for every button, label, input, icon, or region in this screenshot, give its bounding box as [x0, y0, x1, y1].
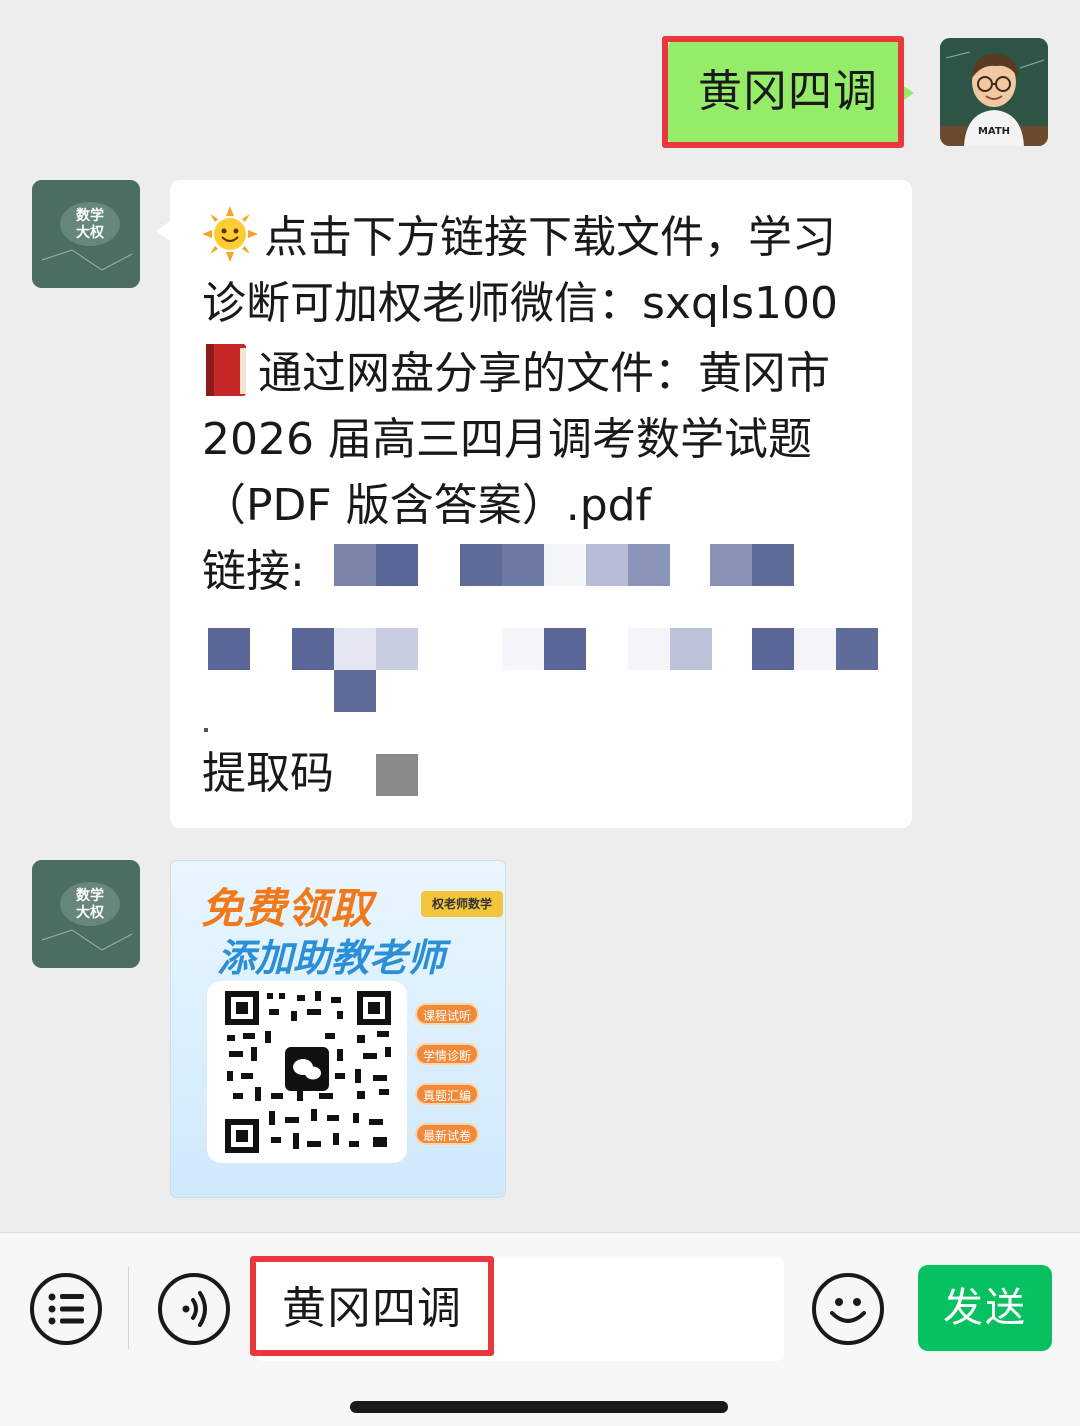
promo-subtitle: 添加助教老师 [217, 936, 446, 980]
send-button[interactable]: 发送 [918, 1265, 1052, 1351]
chat-area: 黄冈四调 MATH 数学 大权 点击下方链接下载文件，学习 诊断可加权老师微信：… [0, 0, 1080, 1232]
promo-pill-4: 最新试卷 [415, 1123, 479, 1145]
chalkboard-avatar-icon: 数学 大权 [32, 180, 140, 288]
outgoing-message-text: 黄冈四调 [698, 66, 878, 117]
message-input[interactable]: 黄冈四调 [256, 1257, 784, 1361]
list-icon [48, 1293, 84, 1325]
teacher-avatar-icon: MATH [940, 38, 1048, 146]
user-avatar[interactable]: MATH [940, 38, 1048, 146]
chalkboard-avatar-icon: 数学 大权 [32, 860, 140, 968]
message-line-3-text: 通过网盘分享的文件：黄冈市 [258, 348, 830, 399]
promo-pill-3: 真题汇编 [415, 1083, 479, 1105]
promo-image-message[interactable]: 免费领取 权老师数学 添加助教老师 课程试听 学情诊断 真题汇编 最新试卷 [170, 860, 506, 1198]
sender-avatar[interactable]: 数学 大权 [32, 180, 140, 288]
input-bar: 黄冈四调 发送 [0, 1232, 1080, 1426]
home-indicator [350, 1401, 728, 1413]
svg-text:大权: 大权 [76, 224, 105, 241]
bar-divider [128, 1267, 129, 1349]
voice-input-button[interactable] [158, 1273, 230, 1345]
sun-emoji-icon [202, 206, 258, 262]
qr-code-card [207, 981, 407, 1163]
svg-text:数学: 数学 [76, 887, 104, 904]
message-line-4: 2026 届高三四月调考数学试题 [202, 414, 812, 465]
math-shirt-text: MATH [978, 126, 1010, 137]
message-input-value: 黄冈四调 [282, 1283, 462, 1334]
qr-code-icon [225, 991, 391, 1153]
message-line-2: 诊断可加权老师微信：sxqls100 [202, 278, 839, 329]
link-label: 链接: [202, 546, 305, 597]
outgoing-message-bubble[interactable]: 黄冈四调 [668, 40, 914, 146]
svg-text:数学: 数学 [76, 207, 104, 224]
message-line-3: 通过网盘分享的文件：黄冈市 [202, 342, 830, 404]
extraction-code-label: 提取码 [202, 748, 334, 799]
smiley-icon [830, 1298, 866, 1323]
red-book-emoji-icon [206, 344, 246, 396]
pixelated-extraction-code [376, 754, 418, 796]
svg-text:大权: 大权 [76, 904, 105, 921]
sender-avatar[interactable]: 数学 大权 [32, 860, 140, 968]
incoming-message-bubble[interactable]: 点击下方链接下载文件，学习 诊断可加权老师微信：sxqls100 通过网盘分享的… [156, 180, 912, 828]
promo-tag: 权老师数学 [421, 891, 503, 917]
menu-list-button[interactable] [30, 1273, 102, 1345]
message-line-5[interactable]: （PDF 版含答案）.pdf [202, 476, 651, 536]
message-line-1-text: 点击下方链接下载文件，学习 [264, 212, 836, 263]
promo-pill-2: 学情诊断 [415, 1043, 479, 1065]
emoji-button[interactable] [812, 1273, 884, 1345]
message-line-1: 点击下方链接下载文件，学习 [202, 206, 836, 268]
voice-icon [182, 1291, 207, 1327]
promo-pill-1: 课程试听 [415, 1003, 479, 1025]
